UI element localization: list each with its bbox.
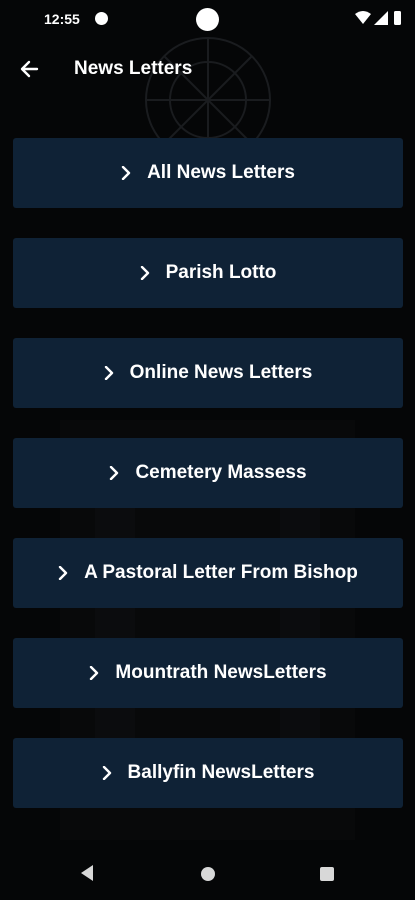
menu-item-label: Cemetery Massess	[135, 462, 307, 483]
menu-item-label: All News Letters	[147, 162, 295, 183]
chevron-right-icon	[140, 266, 149, 280]
chevron-right-icon	[102, 766, 111, 780]
chevron-right-icon	[104, 366, 113, 380]
chevron-right-icon	[58, 566, 68, 580]
menu-item-pastoral-letter[interactable]: A Pastoral Letter From Bishop	[13, 538, 403, 608]
chevron-right-icon	[121, 166, 131, 180]
page-title: News Letters	[74, 58, 193, 79]
back-button[interactable]	[14, 54, 44, 84]
menu-item-ballyfin-newsletters[interactable]: Ballyfin NewsLetters	[13, 738, 403, 808]
chevron-right-icon	[110, 466, 119, 480]
notification-app-icon	[95, 12, 108, 25]
newsletter-menu-list: All News Letters Parish Lotto Online New…	[13, 138, 403, 838]
menu-item-label: Ballyfin NewsLetters	[127, 762, 315, 783]
camera-cutout	[196, 8, 219, 31]
nav-home-icon[interactable]	[201, 867, 215, 881]
nav-recents-icon[interactable]	[320, 867, 334, 881]
menu-item-all-news-letters[interactable]: All News Letters	[13, 138, 403, 208]
status-time: 12:55	[44, 11, 80, 27]
menu-item-online-news-letters[interactable]: Online News Letters	[13, 338, 403, 408]
arrow-left-icon	[20, 60, 39, 78]
nav-back-icon[interactable]	[80, 864, 94, 882]
system-navigation-bar	[0, 848, 415, 900]
status-bar: 12:55	[0, 0, 415, 38]
battery-icon	[394, 11, 401, 25]
menu-item-label: Online News Letters	[129, 362, 313, 383]
menu-item-cemetery-massess[interactable]: Cemetery Massess	[13, 438, 403, 508]
signal-icon	[374, 11, 388, 25]
chevron-right-icon	[90, 666, 99, 680]
menu-item-parish-lotto[interactable]: Parish Lotto	[13, 238, 403, 308]
menu-item-mountrath-newsletters[interactable]: Mountrath NewsLetters	[13, 638, 403, 708]
wifi-icon	[355, 11, 371, 24]
app-bar: News Letters	[0, 44, 415, 94]
menu-item-label: Mountrath NewsLetters	[115, 662, 327, 683]
menu-item-label: Parish Lotto	[165, 262, 277, 283]
menu-item-label: A Pastoral Letter From Bishop	[84, 562, 358, 583]
